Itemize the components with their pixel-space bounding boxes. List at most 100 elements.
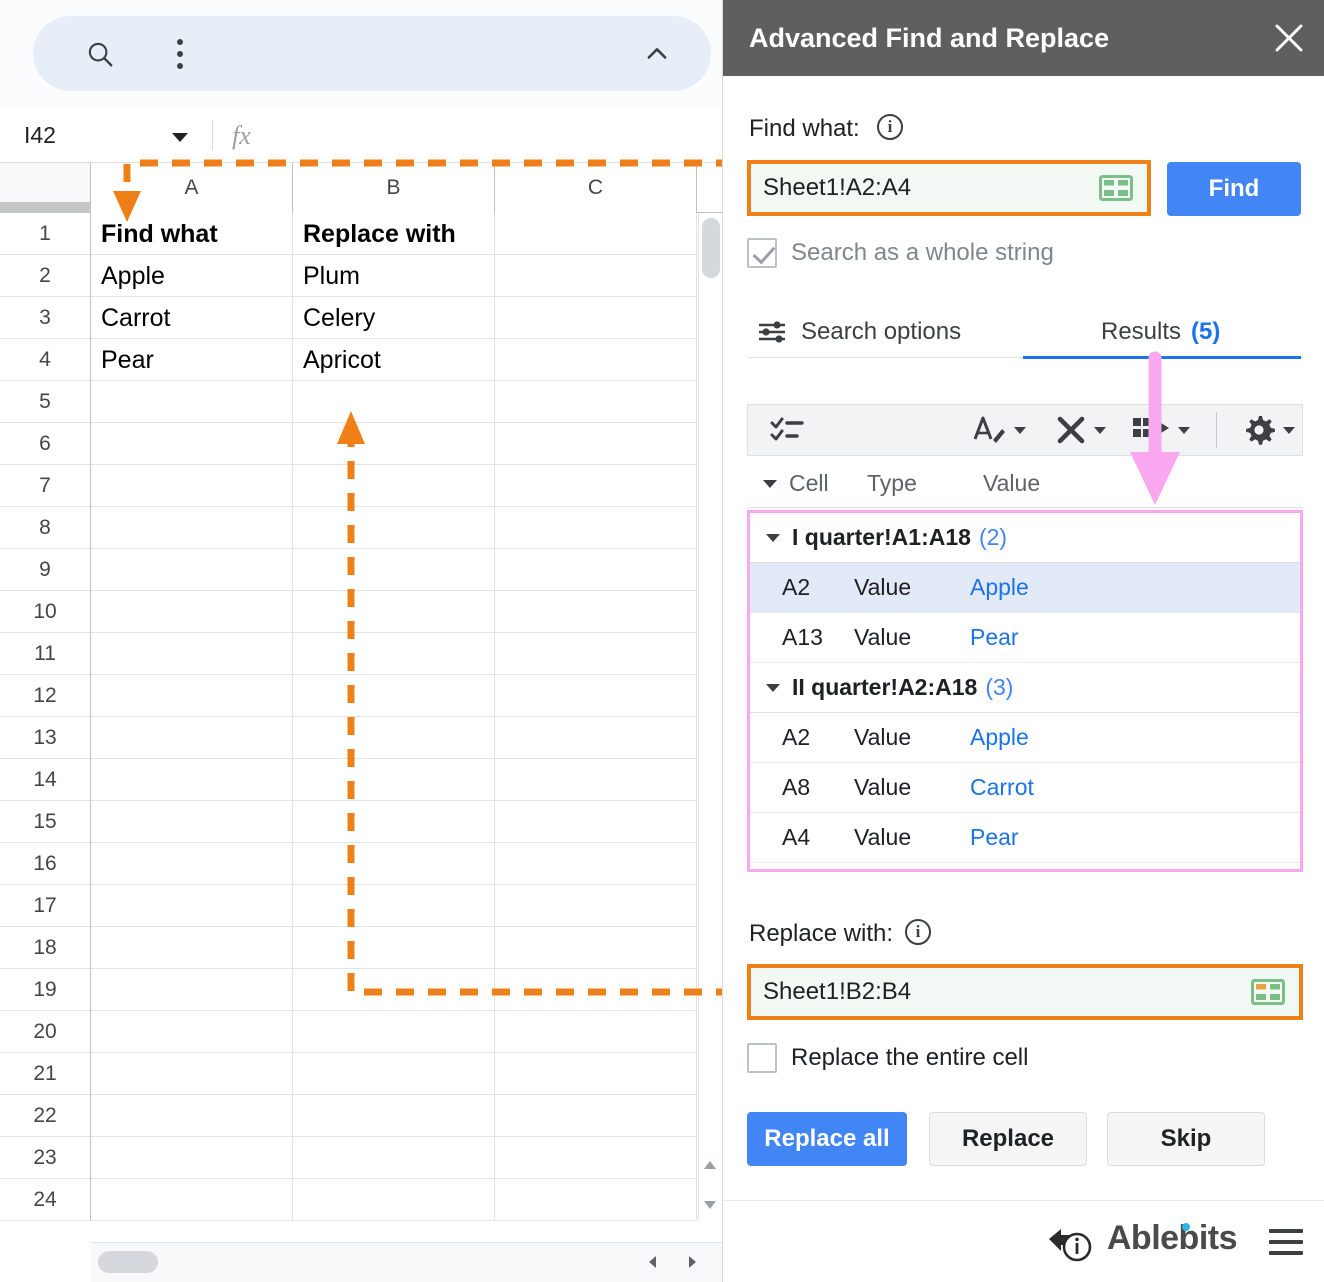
sheet-cell[interactable] <box>91 1053 293 1095</box>
sheet-cell[interactable] <box>495 255 697 297</box>
row-header[interactable]: 14 <box>0 759 91 801</box>
row-header[interactable]: 9 <box>0 549 91 591</box>
sheet-cell[interactable] <box>91 633 293 675</box>
sheet-cell[interactable] <box>91 423 293 465</box>
sheet-cell[interactable] <box>495 507 697 549</box>
replace-with-input[interactable]: Sheet1!B2:B4 <box>747 964 1303 1020</box>
sheet-cell[interactable] <box>91 1137 293 1179</box>
hamburger-menu-icon[interactable] <box>1269 1229 1303 1255</box>
select-replace-range-icon[interactable] <box>1251 979 1285 1005</box>
sheet-cell[interactable] <box>495 1137 697 1179</box>
sheet-cell[interactable] <box>495 717 697 759</box>
sheet-cell[interactable]: Pear <box>91 339 293 381</box>
sheet-cell[interactable] <box>91 1011 293 1053</box>
sheet-cell[interactable] <box>293 969 495 1011</box>
select-all-corner[interactable] <box>0 163 91 213</box>
entire-cell-row[interactable]: Replace the entire cell <box>747 1043 1028 1073</box>
sheet-cell[interactable] <box>495 297 697 339</box>
col-header-value[interactable]: Value <box>983 470 1040 497</box>
settings-gear-icon[interactable] <box>1243 414 1295 446</box>
column-header-a[interactable]: A <box>91 163 293 213</box>
result-group-header[interactable]: I quarter!A1:A18 (2) <box>750 513 1300 563</box>
sheet-cell[interactable] <box>293 927 495 969</box>
sheet-cell[interactable] <box>91 717 293 759</box>
horizontal-scrollbar[interactable] <box>91 1242 722 1282</box>
sheet-cell[interactable] <box>495 843 697 885</box>
sheet-cell[interactable] <box>495 801 697 843</box>
chevron-up-icon[interactable] <box>643 40 671 68</box>
sheet-cell[interactable] <box>293 675 495 717</box>
replace-button[interactable]: Replace <box>929 1112 1087 1166</box>
sheet-cell[interactable] <box>293 1095 495 1137</box>
whole-string-checkbox[interactable] <box>747 238 777 268</box>
column-header-c[interactable]: C <box>495 163 697 213</box>
sheet-cell[interactable]: Find what <box>91 213 293 255</box>
sheet-cell[interactable] <box>91 507 293 549</box>
result-row[interactable]: A13 Value Pear <box>750 613 1300 663</box>
sheet-cell[interactable] <box>91 1179 293 1221</box>
row-header[interactable]: 1 <box>0 213 91 255</box>
sheet-cell[interactable] <box>495 969 697 1011</box>
scroll-right-icon[interactable] <box>683 1252 703 1272</box>
sheet-cell[interactable]: Apricot <box>293 339 495 381</box>
sheet-cell[interactable] <box>293 591 495 633</box>
row-header[interactable]: 4 <box>0 339 91 381</box>
find-what-input[interactable]: Sheet1!A2:A4 <box>747 160 1151 216</box>
result-row[interactable]: A8 Value Carrot <box>750 763 1300 813</box>
sheet-cell[interactable] <box>293 549 495 591</box>
sheet-cell[interactable] <box>91 801 293 843</box>
sheet-cell[interactable] <box>293 759 495 801</box>
sheet-cell[interactable] <box>293 1137 495 1179</box>
sheet-cell[interactable] <box>91 759 293 801</box>
row-header[interactable]: 18 <box>0 927 91 969</box>
sheet-cell[interactable] <box>91 885 293 927</box>
row-header[interactable]: 5 <box>0 381 91 423</box>
help-lifebuoy-icon[interactable] <box>1047 1221 1093 1265</box>
find-button[interactable]: Find <box>1167 162 1301 216</box>
result-row[interactable]: A2 Value Apple <box>750 713 1300 763</box>
row-header[interactable]: 3 <box>0 297 91 339</box>
row-header[interactable]: 8 <box>0 507 91 549</box>
sheet-cell[interactable] <box>91 843 293 885</box>
row-header[interactable]: 20 <box>0 1011 91 1053</box>
sheet-cell[interactable] <box>293 885 495 927</box>
sheet-cell[interactable] <box>495 381 697 423</box>
export-caret-icon[interactable] <box>1178 426 1190 434</box>
clear-caret-icon[interactable] <box>1094 426 1106 434</box>
sheet-cell[interactable] <box>91 381 293 423</box>
settings-caret-icon[interactable] <box>1283 426 1295 434</box>
sheet-cell[interactable] <box>293 507 495 549</box>
group-collapse-icon[interactable] <box>766 533 780 542</box>
name-box-dropdown-icon[interactable] <box>172 133 188 142</box>
sheet-cell[interactable] <box>293 423 495 465</box>
row-header[interactable]: 16 <box>0 843 91 885</box>
row-header[interactable]: 19 <box>0 969 91 1011</box>
tab-search-options[interactable]: Search options <box>757 304 961 360</box>
sheet-cell[interactable] <box>91 927 293 969</box>
skip-button[interactable]: Skip <box>1107 1112 1265 1166</box>
sheet-cell[interactable] <box>495 465 697 507</box>
col-header-cell[interactable]: Cell <box>789 470 867 497</box>
scroll-up-icon[interactable] <box>700 1155 720 1175</box>
row-header[interactable]: 15 <box>0 801 91 843</box>
name-box[interactable]: I42 <box>24 107 56 163</box>
sheet-cell[interactable]: Plum <box>293 255 495 297</box>
row-header[interactable]: 13 <box>0 717 91 759</box>
search-icon[interactable] <box>85 39 115 69</box>
select-all-results-icon[interactable] <box>770 415 804 445</box>
highlight-icon[interactable] <box>972 414 1026 446</box>
sheet-cell[interactable] <box>495 339 697 381</box>
result-group-header[interactable]: II quarter!A2:A18 (3) <box>750 663 1300 713</box>
sheet-cell[interactable] <box>495 1095 697 1137</box>
sheet-cell[interactable]: Carrot <box>91 297 293 339</box>
search-bar[interactable] <box>33 16 711 91</box>
sheet-cell[interactable] <box>91 969 293 1011</box>
sheet-cell[interactable] <box>91 465 293 507</box>
row-header[interactable]: 12 <box>0 675 91 717</box>
clear-icon[interactable] <box>1056 415 1106 445</box>
sheet-cell[interactable] <box>91 1095 293 1137</box>
sheet-cell[interactable] <box>293 1179 495 1221</box>
sheet-cell[interactable] <box>91 591 293 633</box>
sheet-cell[interactable]: Replace with <box>293 213 495 255</box>
row-header[interactable]: 7 <box>0 465 91 507</box>
